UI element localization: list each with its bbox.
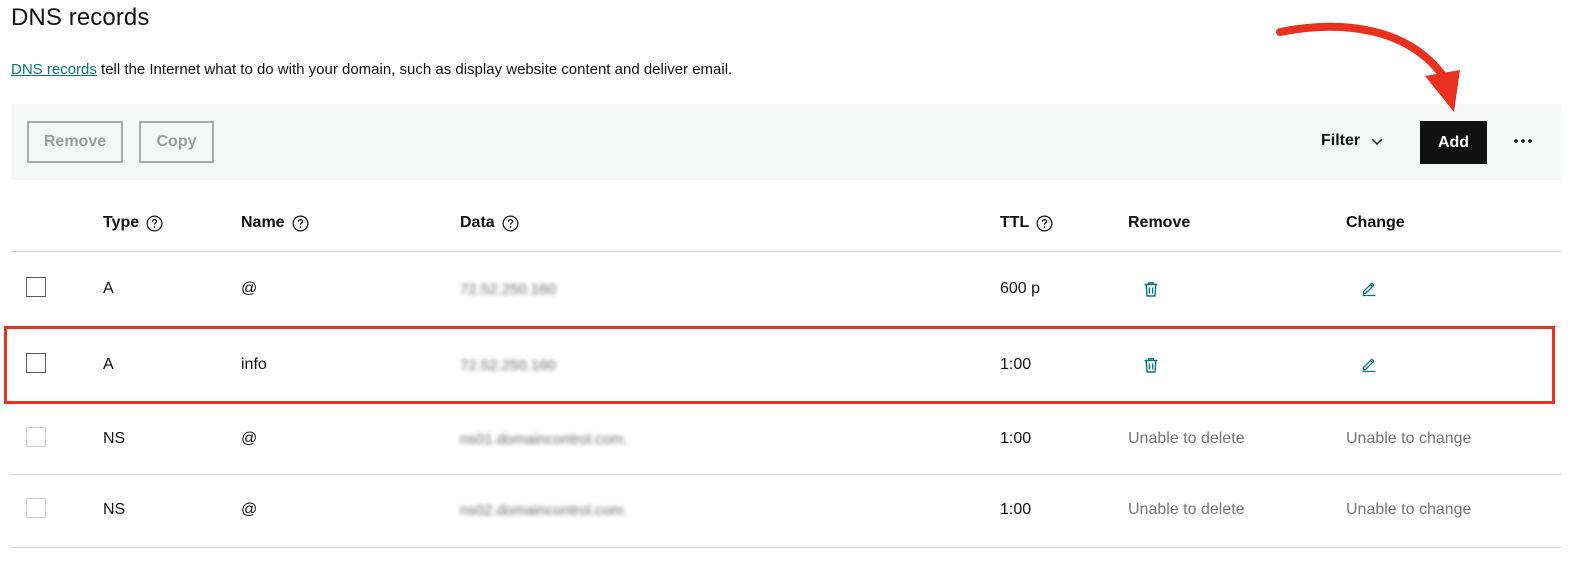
- row-checkbox: [26, 498, 46, 518]
- record-type: NS: [103, 501, 126, 518]
- record-data: 72.52.250.160: [460, 357, 556, 374]
- remove-button[interactable]: Remove: [27, 121, 123, 163]
- table-row: NS @ ns01.domaincontrol.com. 1:00 Unable…: [11, 402, 1561, 475]
- record-type: NS: [103, 430, 126, 447]
- header-data-label: Data: [460, 214, 495, 231]
- change-status: Unable to change: [1346, 430, 1472, 447]
- record-data: ns01.domaincontrol.com.: [460, 431, 628, 448]
- chevron-down-icon: [1371, 138, 1383, 146]
- header-remove: Remove: [1128, 214, 1191, 231]
- header-name-label: Name: [241, 214, 285, 231]
- help-icon[interactable]: [292, 215, 309, 232]
- header-ttl-label: TTL: [1000, 214, 1030, 231]
- row-checkbox[interactable]: [26, 353, 46, 373]
- table-header: Type Name Data TTL Remove Change: [11, 195, 1561, 252]
- header-change: Change: [1346, 214, 1405, 231]
- filter-label: Filter: [1321, 132, 1361, 149]
- intro-text: DNS records tell the Internet what to do…: [11, 61, 732, 78]
- header-type: Type: [103, 214, 163, 232]
- page-title: DNS records: [11, 4, 150, 31]
- filter-dropdown[interactable]: Filter: [1321, 132, 1384, 150]
- record-type: A: [103, 280, 114, 297]
- header-data: Data: [460, 214, 519, 232]
- trash-icon[interactable]: [1142, 280, 1160, 298]
- more-horizontal-icon[interactable]: [1511, 131, 1535, 151]
- table-row: A info 72.52.250.160 1:00: [11, 327, 1561, 401]
- row-checkbox: [26, 427, 46, 447]
- change-status: Unable to change: [1346, 501, 1472, 518]
- help-icon[interactable]: [502, 215, 519, 232]
- record-ttl: 1:00: [1000, 356, 1032, 373]
- record-ttl: 600 p: [1000, 280, 1041, 297]
- record-data: ns02.domaincontrol.com.: [460, 502, 628, 519]
- record-ttl: 1:00: [1000, 430, 1032, 447]
- record-ttl: 1:00: [1000, 501, 1032, 518]
- copy-button[interactable]: Copy: [139, 121, 214, 163]
- edit-icon[interactable]: [1360, 279, 1378, 297]
- edit-icon[interactable]: [1360, 355, 1378, 373]
- dns-records-link[interactable]: DNS records: [11, 61, 97, 78]
- record-name: @: [241, 280, 258, 297]
- row-checkbox[interactable]: [26, 277, 46, 297]
- record-type: A: [103, 356, 114, 373]
- header-ttl: TTL: [1000, 214, 1053, 232]
- remove-status: Unable to delete: [1128, 501, 1245, 518]
- record-name: @: [241, 501, 258, 518]
- record-name: @: [241, 430, 258, 447]
- header-name: Name: [241, 214, 309, 232]
- table-row: A @ 72.52.250.160 600 p: [11, 252, 1561, 327]
- help-icon[interactable]: [1036, 215, 1053, 232]
- intro-description: tell the Internet what to do with your d…: [96, 61, 733, 78]
- table-row: NS @ ns02.domaincontrol.com. 1:00 Unable…: [11, 475, 1561, 548]
- trash-icon[interactable]: [1142, 356, 1160, 374]
- record-data: 72.52.250.160: [460, 281, 556, 298]
- add-button[interactable]: Add: [1420, 121, 1487, 164]
- header-type-label: Type: [103, 214, 140, 231]
- help-icon[interactable]: [146, 215, 163, 232]
- records-toolbar: Remove Copy Filter Add: [11, 104, 1561, 180]
- record-name: info: [241, 356, 267, 373]
- remove-status: Unable to delete: [1128, 430, 1245, 447]
